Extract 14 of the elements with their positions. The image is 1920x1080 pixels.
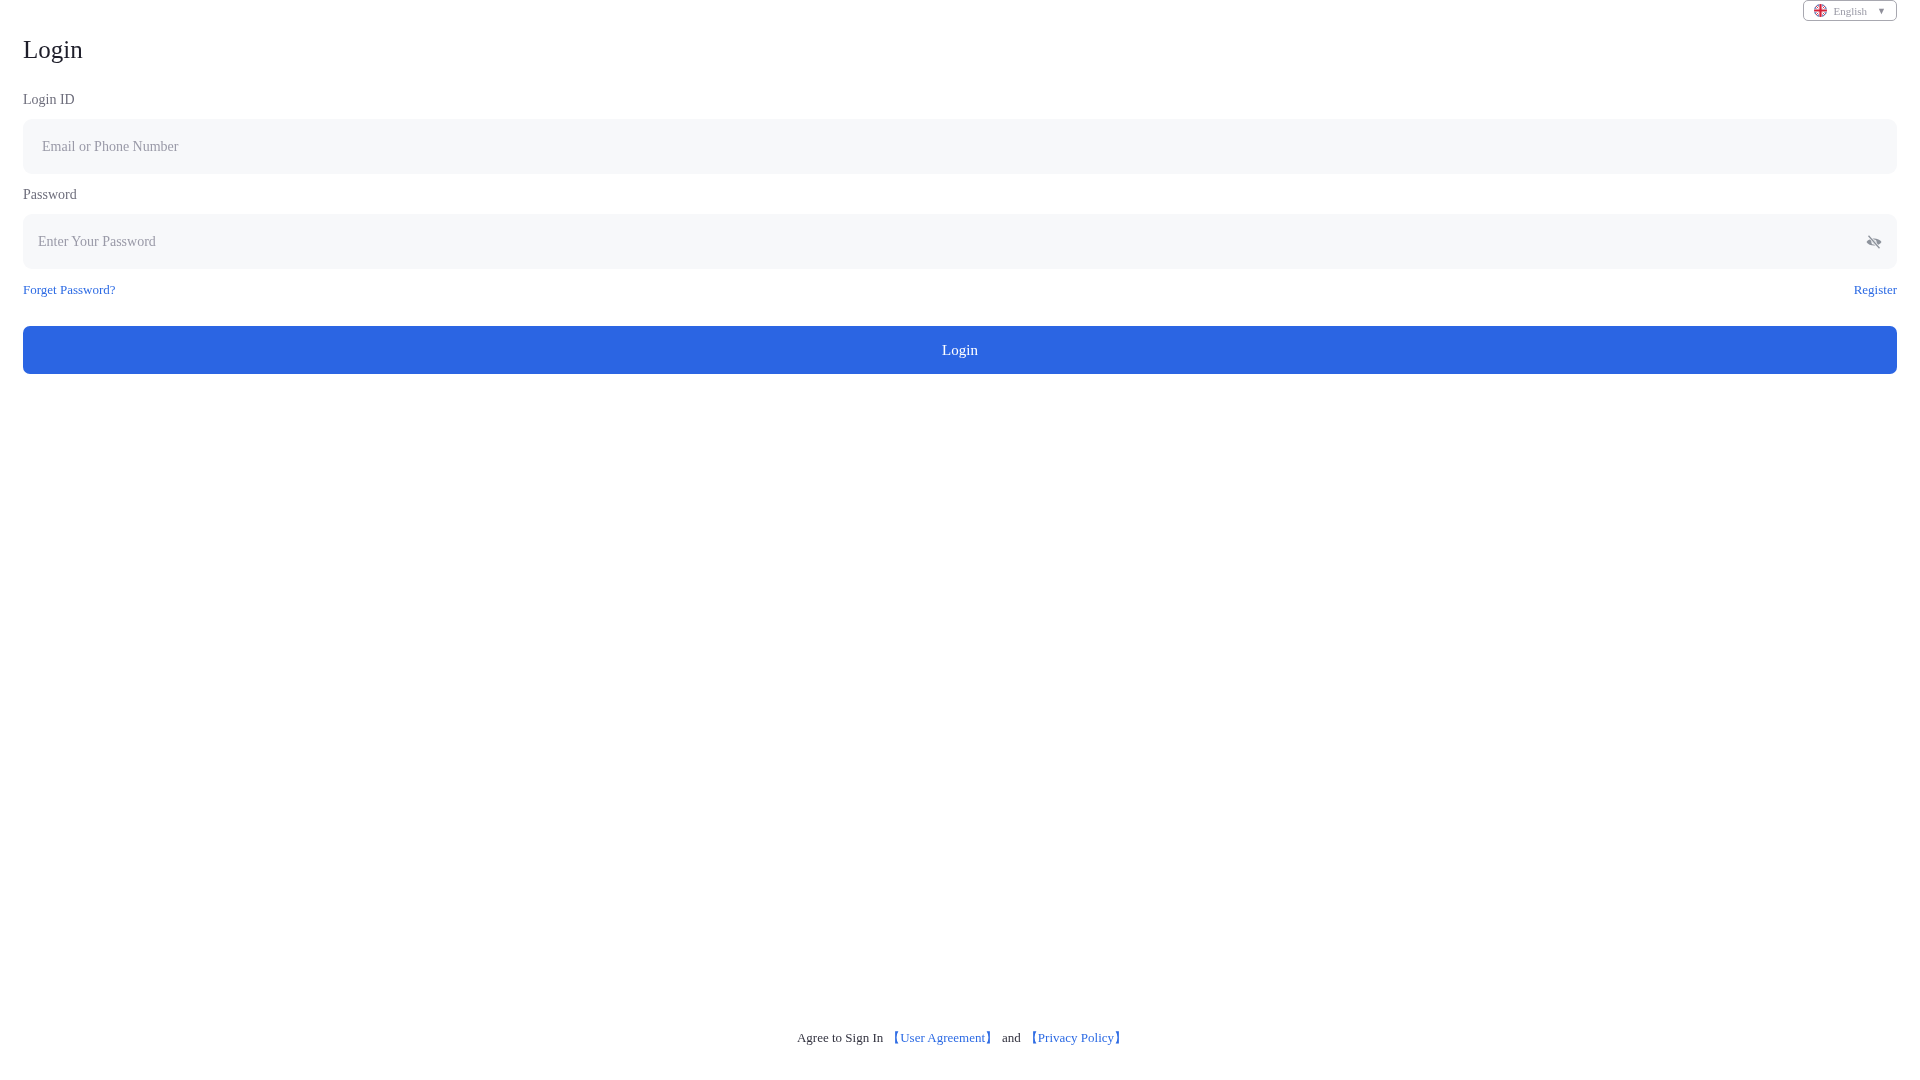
agreement-link[interactable]: 【User Agreement】: [887, 1030, 999, 1045]
login-button[interactable]: Login: [23, 326, 1897, 374]
eye-slash-icon[interactable]: [1866, 235, 1882, 249]
language-selector[interactable]: English ▼: [1803, 0, 1897, 21]
password-field[interactable]: Enter Your Password: [23, 214, 1897, 269]
forgot-password-link[interactable]: Forget Password?: [23, 282, 116, 298]
login-id-field[interactable]: Email or Phone Number: [23, 119, 1897, 174]
field-label: Password: [23, 187, 77, 203]
flag-icon: [1814, 4, 1828, 17]
register-link[interactable]: Register: [1853, 282, 1897, 298]
agreement-text: Agree to Sign In 【User Agreement】 and 【Privacy Policy】: [795, 1030, 1128, 1046]
agreement-link[interactable]: 【Privacy Policy】: [1024, 1030, 1128, 1045]
page-title: Login: [23, 35, 83, 65]
field-label: Login ID: [23, 92, 75, 108]
